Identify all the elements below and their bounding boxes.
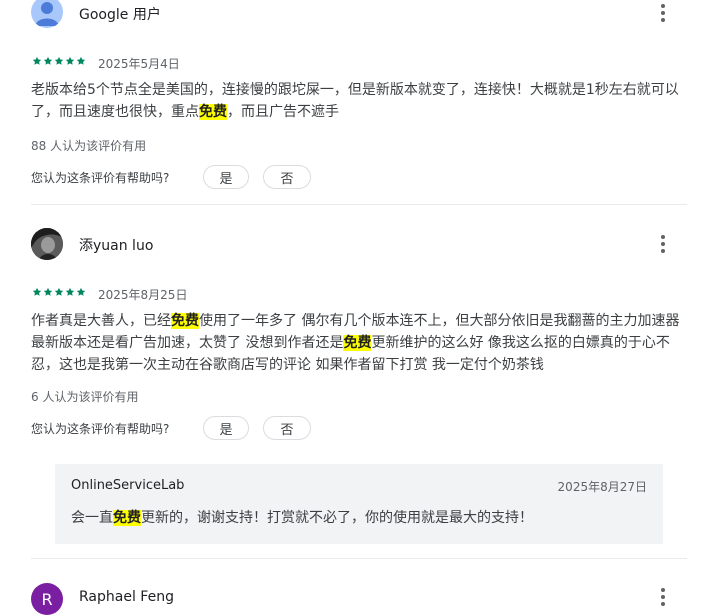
star-icon xyxy=(32,56,42,65)
highlight: 免费 xyxy=(113,510,141,526)
helpful-count: 6 人认为该评价有用 xyxy=(31,390,139,404)
reply-text: 会一直免费更新的，谢谢支持！打赏就不必了，你的使用就是最大的支持！ xyxy=(71,507,533,527)
star-icon xyxy=(65,287,75,296)
divider xyxy=(31,558,687,559)
star-rating xyxy=(32,287,86,297)
helpful-count: 88 人认为该评价有用 xyxy=(31,139,147,153)
highlight: 免费 xyxy=(343,335,372,351)
more-options-icon[interactable] xyxy=(651,585,675,609)
star-icon xyxy=(43,56,53,65)
helpful-question: 您认为这条评价有帮助吗? xyxy=(31,171,170,185)
avatar: R xyxy=(31,583,63,615)
avatar xyxy=(31,0,63,28)
highlight: 免费 xyxy=(199,104,227,120)
star-icon xyxy=(32,287,42,296)
avatar-letter: R xyxy=(41,589,53,609)
star-icon xyxy=(43,287,53,296)
review-date: 2025年8月25日 xyxy=(98,288,188,302)
yes-button[interactable]: 是 xyxy=(203,165,249,189)
review-text: 老版本给5个节点全是美国的，连接慢的跟坨屎一，但是新版本就变了，连接快！大概就是… xyxy=(31,79,691,123)
developer-reply: OnlineServiceLab 2025年8月27日 会一直免费更新的，谢谢支… xyxy=(55,464,663,544)
review-author: Google 用户 xyxy=(79,7,161,23)
no-button[interactable]: 否 xyxy=(263,165,311,189)
review-text: 作者真是大善人，已经免费使用了一年多了 偶尔有几个版本连不上，但大部分依旧是我翻… xyxy=(31,310,691,376)
more-options-icon[interactable] xyxy=(651,232,675,256)
more-options-icon[interactable] xyxy=(651,1,675,25)
reply-date: 2025年8月27日 xyxy=(557,480,647,494)
avatar xyxy=(31,228,63,260)
default-user-icon xyxy=(35,2,59,26)
user-photo-icon xyxy=(31,228,63,260)
star-rating xyxy=(32,56,86,66)
review-date: 2025年5月4日 xyxy=(98,57,180,71)
no-button[interactable]: 否 xyxy=(263,416,311,440)
review-author: Raphael Feng xyxy=(79,589,174,605)
star-icon xyxy=(54,56,64,65)
reply-text-part: 更新的，谢谢支持！打赏就不必了，你的使用就是最大的支持！ xyxy=(141,510,533,526)
review-text-part: ，而且广告不遮手 xyxy=(227,104,339,120)
star-icon xyxy=(54,287,64,296)
review-author: 添yuan luo xyxy=(79,238,154,254)
star-icon xyxy=(65,56,75,65)
review-text-part: 老版本给5个节点全是美国的，连接慢的跟坨屎一，但是新版本就变了，连接快！大概就是… xyxy=(31,82,679,120)
divider xyxy=(31,204,687,205)
reply-text-part: 会一直 xyxy=(71,510,113,526)
star-icon xyxy=(76,56,86,65)
helpful-question: 您认为这条评价有帮助吗? xyxy=(31,422,170,436)
highlight: 免费 xyxy=(171,313,199,329)
yes-button[interactable]: 是 xyxy=(203,416,249,440)
star-icon xyxy=(76,287,86,296)
review-text-part: 作者真是大善人，已经 xyxy=(31,313,171,329)
developer-name: OnlineServiceLab xyxy=(71,478,185,493)
